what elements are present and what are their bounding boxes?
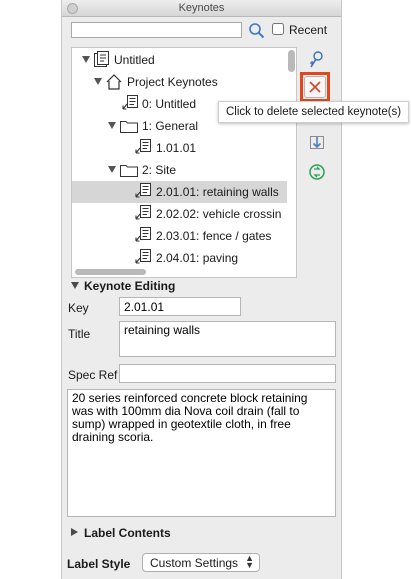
title-label: Title [68,327,91,341]
keynote-file-icon [92,51,110,69]
key-field[interactable] [119,297,241,316]
keynote-icon [134,249,152,267]
label-contents-header[interactable]: Label Contents [84,526,171,540]
tree-row[interactable]: 1.01.01 [72,137,287,159]
search-input[interactable] [71,22,242,38]
key-label: Key [68,301,89,315]
tree-row[interactable]: 2: Site [72,159,287,181]
description-field[interactable]: 20 series reinforced concrete block reta… [67,389,336,517]
tree-label: Untitled [114,53,155,67]
recent-label: Recent [289,23,328,37]
keynote-icon [134,139,152,157]
tree-label: 2.04.01: paving [156,251,239,265]
disclosure-open-icon[interactable] [82,56,90,63]
keynote-icon [134,205,152,223]
tree-label: 2.02.02: vehicle crossin [156,207,282,221]
delete-x-icon [309,81,321,93]
tree-row[interactable]: Untitled [72,49,287,71]
label-style-select[interactable]: Custom Settings ▲ ▼ [142,553,260,572]
tree-row[interactable]: Project Keynotes [72,71,287,93]
tree-label: 1: General [142,119,199,133]
tree-row[interactable]: 2.03.01: fence / gates [72,225,287,247]
disclosure-open-icon[interactable] [108,122,116,129]
folder-icon [119,161,138,179]
label-style-value: Custom Settings [150,556,239,570]
vertical-scrollbar[interactable] [288,50,295,72]
keynotes-palette: Keynotes Recent Untitled Project Keynote… [61,0,342,579]
keynote-tree[interactable]: Untitled Project Keynotes 0: Untitled 1:… [71,47,297,278]
title-field[interactable]: retaining walls [119,321,336,357]
keynote-icon [134,183,152,201]
keynote-editing-header[interactable]: Keynote Editing [84,279,175,293]
expand-arrow-icon[interactable] [71,528,78,536]
disclosure-open-icon[interactable] [108,166,116,173]
delete-keynote-button[interactable] [304,76,326,98]
tree-label: 0: Untitled [142,97,197,111]
tree-label: Project Keynotes [127,75,218,89]
horizontal-scrollbar[interactable] [75,269,146,275]
folder-icon [119,117,138,135]
keynote-icon [134,227,152,245]
collapse-arrow-icon[interactable] [71,282,79,289]
tree-label: 2.01.01: retaining walls [156,185,279,199]
import-icon[interactable] [307,133,327,153]
chevron-updown-icon: ▲ ▼ [245,553,254,570]
disclosure-open-icon[interactable] [94,78,102,85]
house-icon [105,73,123,91]
delete-tooltip: Click to delete selected keynote(s) [218,101,409,123]
tree-label: 1.01.01 [156,141,197,155]
spec-ref-label: Spec Ref [68,368,118,382]
search-icon[interactable] [248,22,266,40]
title-bar: Keynotes [62,0,341,17]
spec-ref-field[interactable] [119,364,336,383]
refresh-icon[interactable] [307,162,327,182]
window-title: Keynotes [178,2,225,14]
tree-label: 2.03.01: fence / gates [156,229,272,243]
tree-row[interactable]: 2.02.02: vehicle crossin [72,203,287,225]
tree-row[interactable]: 2.04.01: paving [72,247,287,269]
add-keynote-icon[interactable] [307,50,327,70]
recent-checkbox[interactable] [272,23,284,35]
keynote-icon [121,95,139,113]
tree-row-selected[interactable]: 2.01.01: retaining walls [72,181,287,203]
label-style-label: Label Style [67,557,131,571]
tree-label: 2: Site [142,163,177,177]
